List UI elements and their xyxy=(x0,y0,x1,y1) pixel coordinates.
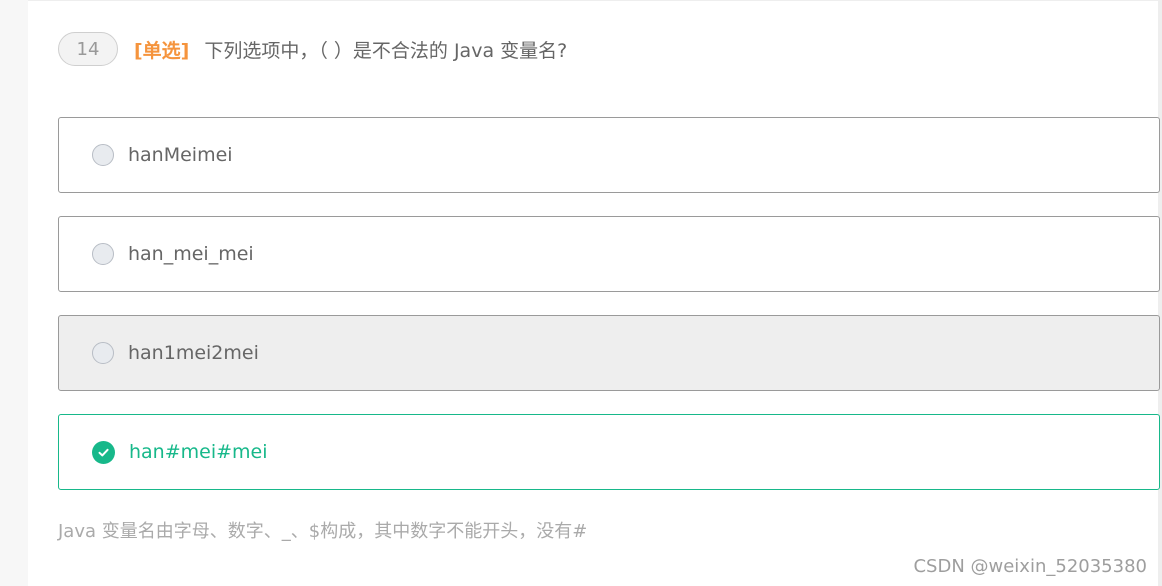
checkmark-icon xyxy=(98,448,109,456)
question-number-badge: 14 xyxy=(58,32,118,66)
answer-explanation: Java 变量名由字母、数字、_、$构成，其中数字不能开头，没有# xyxy=(58,521,588,542)
option-label: han1mei2mei xyxy=(128,342,259,364)
option-c[interactable]: han1mei2mei xyxy=(58,315,1160,391)
check-circle-icon[interactable] xyxy=(92,440,115,464)
option-label: han_mei_mei xyxy=(128,243,254,265)
question-text: 下列选项中，（ ）是不合法的 Java 变量名? xyxy=(204,39,568,62)
question-type-label: [单选] xyxy=(134,39,190,62)
option-label: hanMeimei xyxy=(128,144,233,166)
radio-circle-icon[interactable] xyxy=(92,342,114,364)
option-b[interactable]: han_mei_mei xyxy=(58,216,1160,292)
radio-circle-icon[interactable] xyxy=(92,243,114,265)
scroll-edge xyxy=(1158,0,1162,586)
radio-circle-icon[interactable] xyxy=(92,144,114,166)
question-card xyxy=(28,0,1162,586)
option-d[interactable]: han#mei#mei xyxy=(58,414,1160,490)
watermark: CSDN @weixin_52035380 xyxy=(913,556,1147,577)
question-header: 14 [单选] 下列选项中，（ ）是不合法的 Java 变量名? xyxy=(58,31,567,67)
option-label: han#mei#mei xyxy=(129,441,268,463)
option-a[interactable]: hanMeimei xyxy=(58,117,1160,193)
